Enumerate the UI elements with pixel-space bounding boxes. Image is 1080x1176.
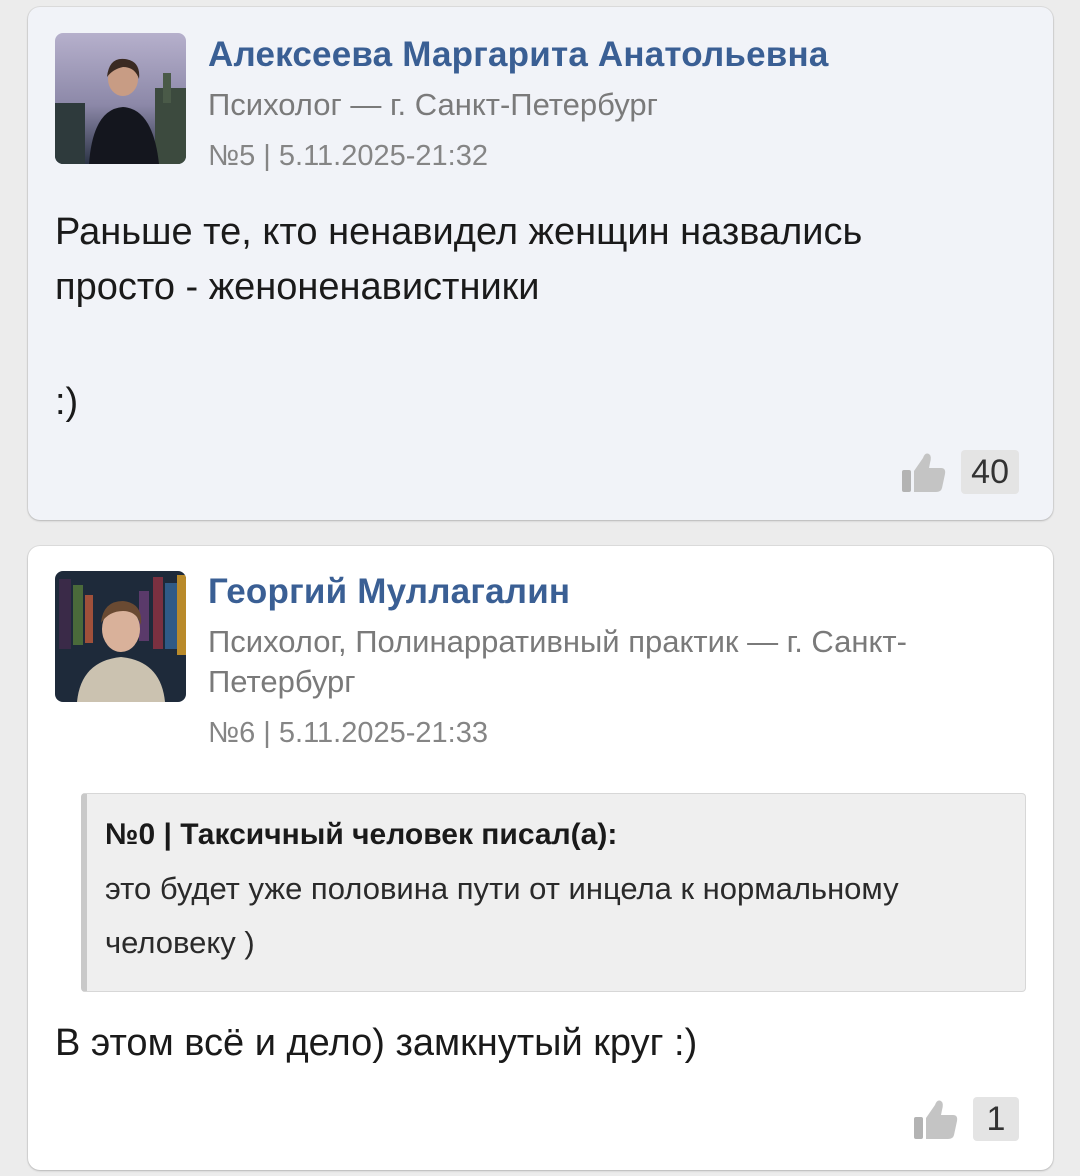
- author-name[interactable]: Алексеева Маргарита Анатольевна: [208, 33, 1025, 77]
- like-button[interactable]: 40: [901, 450, 1019, 494]
- comment-text-line: :): [55, 381, 79, 423]
- user-photo-icon: [55, 571, 186, 702]
- comment-text-line: просто - женоненавистники: [55, 266, 540, 308]
- quote-text: это будет уже половина пути от инцела к …: [105, 871, 899, 960]
- author-avatar[interactable]: [55, 33, 186, 164]
- comment-meta: Георгий Муллагалин Психолог, Полинаррати…: [208, 570, 1025, 752]
- comments-feed: Алексеева Маргарита Анатольевна Психолог…: [0, 0, 1080, 1176]
- thumbs-up-icon: [902, 453, 946, 492]
- post-info: №6 | 5.11.2025-21:33: [208, 717, 488, 749]
- post-info: №5 | 5.11.2025-21:32: [208, 140, 488, 172]
- quote-block: №0 | Таксичный человек писал(а): это буд…: [81, 793, 1026, 992]
- comment-text: Раньше те, кто ненавидел женщин назвалис…: [55, 205, 1013, 315]
- like-button[interactable]: 1: [913, 1097, 1019, 1141]
- author-role: Психолог — г. Санкт-Петербург: [208, 87, 658, 122]
- author-name[interactable]: Георгий Муллагалин: [208, 570, 1025, 614]
- comment-text: В этом всё и дело) замкнутый круг :): [55, 1022, 698, 1064]
- comment-meta: Алексеева Маргарита Анатольевна Психолог…: [208, 33, 1025, 175]
- like-count: 40: [961, 450, 1019, 494]
- author-role: Психолог, Полинарративный практик — г. С…: [208, 624, 907, 699]
- thumbs-up-icon: [914, 1100, 958, 1139]
- user-photo-icon: [55, 33, 186, 164]
- author-avatar[interactable]: [55, 571, 186, 702]
- quote-header: №0 | Таксичный человек писал(а):: [105, 818, 618, 851]
- like-count: 1: [973, 1097, 1019, 1141]
- comment-card: Георгий Муллагалин Психолог, Полинаррати…: [28, 546, 1053, 1170]
- comment-text-line: Раньше те, кто ненавидел женщин назвалис…: [55, 211, 863, 253]
- comment-card: Алексеева Маргарита Анатольевна Психолог…: [28, 7, 1053, 520]
